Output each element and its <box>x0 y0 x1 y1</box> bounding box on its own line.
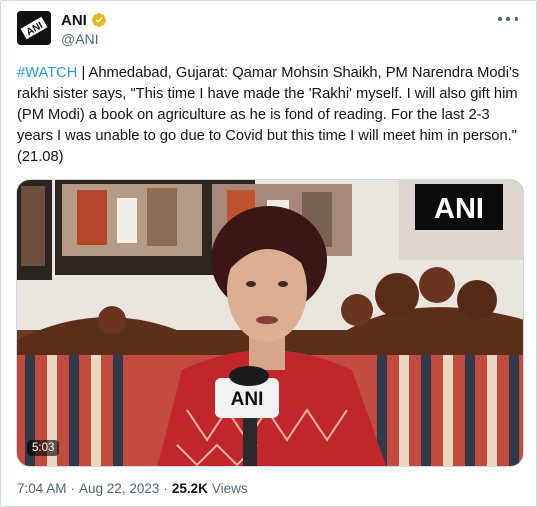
views-count: 25.2K <box>171 481 208 496</box>
author-name-row[interactable]: ANI <box>61 11 107 29</box>
verified-badge-icon <box>91 13 106 27</box>
footer-separator: · <box>70 481 76 496</box>
hashtag-link[interactable]: #WATCH <box>17 65 77 81</box>
video-duration-badge: 5:03 <box>27 440 60 456</box>
more-options-icon[interactable] <box>498 11 518 27</box>
author-name[interactable]: ANI <box>61 12 87 29</box>
ani-logo-icon: ANI <box>17 11 51 45</box>
tweet-card: ANI ANI @ANI #WATCH | Ahmedabad, Gujarat… <box>0 0 537 507</box>
footer-separator: · <box>163 481 168 496</box>
tweet-time[interactable]: 7:04 AM <box>17 481 67 496</box>
tweet-text: #WATCH | Ahmedabad, Gujarat: Qamar Mohsi… <box>17 63 527 168</box>
mic-label: ANI <box>231 389 264 410</box>
video-thumbnail: ANI ANI <box>17 180 523 466</box>
author-avatar[interactable]: ANI <box>17 11 51 45</box>
video-player[interactable]: ANI ANI 5:03 <box>16 179 524 467</box>
tweet-footer: 7:04 AM · Aug 22, 2023 · 25.2K Views <box>17 481 248 496</box>
tweet-body: | Ahmedabad, Gujarat: Qamar Mohsin Shaik… <box>17 65 520 165</box>
author-handle[interactable]: @ANI <box>61 31 99 47</box>
tweet-date[interactable]: Aug 22, 2023 <box>79 481 159 496</box>
views-label: Views <box>211 481 248 496</box>
video-watermark: ANI <box>434 193 484 225</box>
